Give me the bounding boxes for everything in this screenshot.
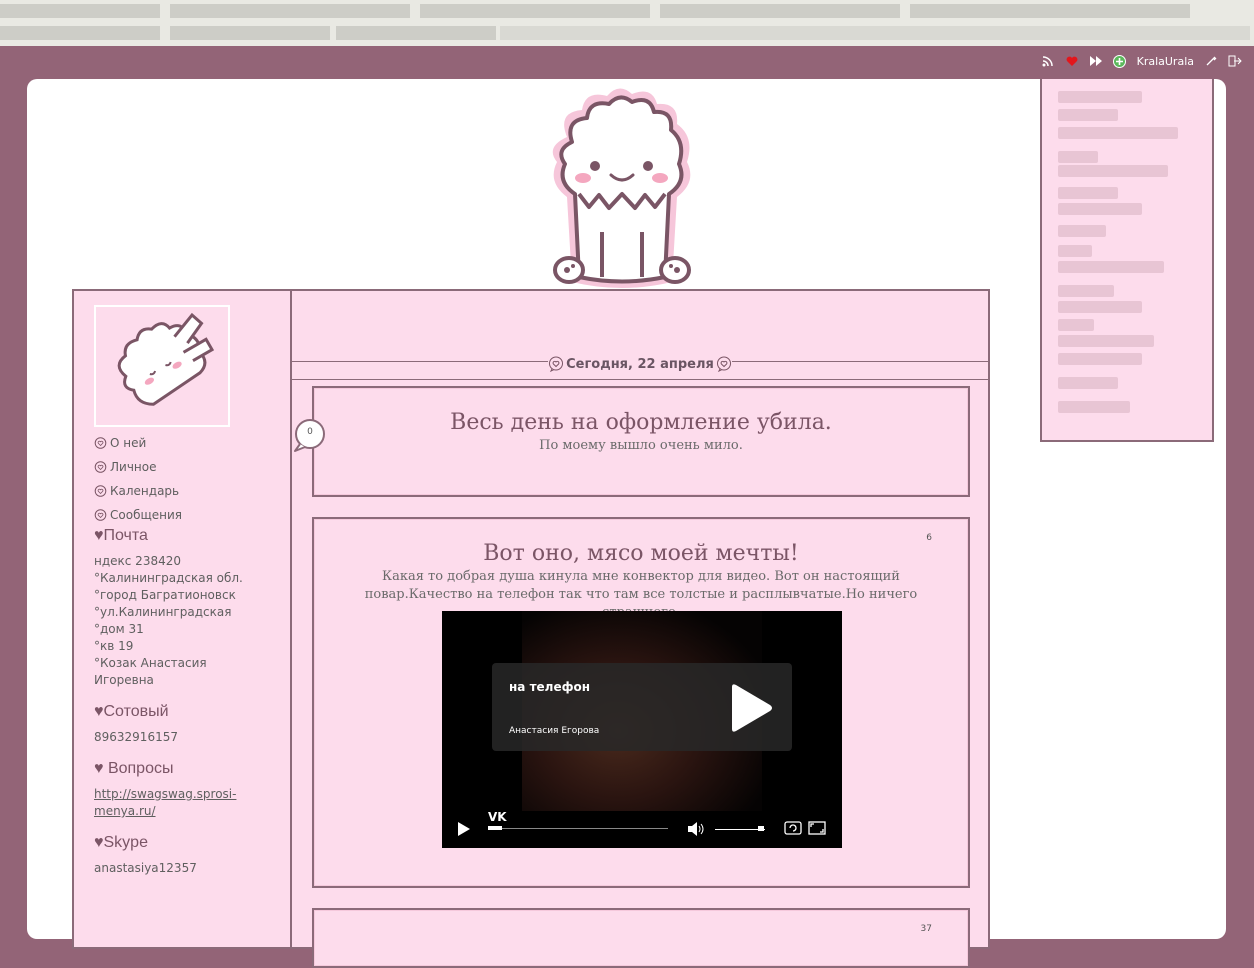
video-author[interactable]: Анастасия Егорова — [509, 726, 599, 736]
heart-bubble-icon — [94, 460, 107, 473]
post: 6 Вот оно, мясо моей мечты! Какая то доб… — [312, 517, 970, 888]
fast-forward-icon[interactable] — [1089, 54, 1103, 68]
heart-icon[interactable] — [1065, 54, 1079, 68]
post-title[interactable]: Весь день на оформление убила. — [314, 410, 968, 435]
repeat-icon[interactable] — [784, 821, 802, 835]
comment-count-bubble[interactable]: 0 — [292, 419, 326, 453]
post-comment-count[interactable]: 6 — [926, 533, 932, 543]
seek-bar-progress — [488, 826, 502, 830]
comment-count: 0 — [307, 427, 313, 437]
video-controls: VK — [442, 804, 842, 848]
post-body: По моему вышло очень мило. — [539, 438, 743, 453]
questions-link[interactable]: http://swagswag.sprosi-menya.ru/ — [94, 786, 270, 820]
heart-bubble-icon — [94, 436, 107, 449]
blog-panel: О ней Личное Календарь Сообщения ♥Почта … — [72, 289, 990, 968]
browser-tab-strip — [0, 0, 1254, 46]
nav-item-about[interactable]: О ней — [94, 435, 270, 451]
logout-icon[interactable] — [1228, 54, 1242, 68]
username-link[interactable]: KralaUrala — [1137, 55, 1194, 68]
skype-name: anastasiya12357 — [94, 861, 197, 875]
post-title[interactable]: Вот оно, мясо моей мечты! — [314, 541, 968, 566]
play-icon[interactable] — [724, 683, 774, 733]
fullscreen-icon[interactable] — [808, 821, 826, 835]
play-button-icon[interactable] — [458, 822, 470, 836]
post: 37 — [312, 908, 970, 968]
vk-logo[interactable]: VK — [488, 810, 507, 824]
nav-item-label: Личное — [110, 460, 157, 474]
questions-title: ♥ Вопросы — [94, 760, 174, 777]
heart-bubble-icon — [548, 355, 565, 372]
sidebar: О ней Личное Календарь Сообщения ♥Почта … — [74, 291, 292, 947]
post: Весь день на оформление убила. По моему … — [312, 386, 970, 497]
skype-title: ♥Skype — [94, 834, 148, 851]
nav-item-label: Сообщения — [110, 508, 183, 522]
volume-knob[interactable] — [758, 826, 764, 831]
volume-icon[interactable] — [688, 822, 706, 836]
post-comment-count[interactable]: 37 — [921, 924, 932, 934]
nav-item-personal[interactable]: Личное — [94, 459, 270, 475]
video-info-card: на телефон Анастасия Егорова — [492, 663, 792, 751]
nav-item-calendar[interactable]: Календарь — [94, 483, 270, 499]
heart-bubble-icon — [94, 508, 107, 521]
avatar — [94, 305, 230, 427]
header-mascot-image — [552, 88, 691, 288]
nav-item-label: О ней — [110, 436, 147, 450]
top-toolbar: KralaUrala — [994, 46, 1254, 76]
mail-title: ♥Почта — [94, 527, 148, 544]
video-title[interactable]: на телефон — [509, 680, 590, 694]
phone-title: ♥Сотовый — [94, 703, 169, 720]
seek-bar[interactable] — [488, 828, 668, 829]
settings-icon[interactable] — [1204, 54, 1218, 68]
date-header: Сегодня, 22 апреля — [292, 353, 988, 372]
nav-item-label: Календарь — [110, 484, 180, 498]
video-player[interactable]: на телефон Анастасия Егорова VK — [442, 611, 842, 848]
mail-address: ндекс 238420 °Калининградская обл. °горо… — [94, 554, 243, 687]
nav-item-messages[interactable]: Сообщения — [94, 507, 270, 523]
plus-circle-icon[interactable] — [1113, 54, 1127, 68]
main-feed: Сегодня, 22 апреля Весь день на оформлен… — [292, 291, 988, 968]
right-side-panel — [1040, 79, 1214, 442]
heart-bubble-icon — [715, 355, 732, 372]
phone-number: 89632916157 — [94, 730, 178, 744]
date-label: Сегодня, 22 апреля — [564, 357, 716, 372]
heart-bubble-icon — [94, 484, 107, 497]
date-divider-lower — [292, 379, 988, 380]
rss-icon[interactable] — [1041, 54, 1055, 68]
